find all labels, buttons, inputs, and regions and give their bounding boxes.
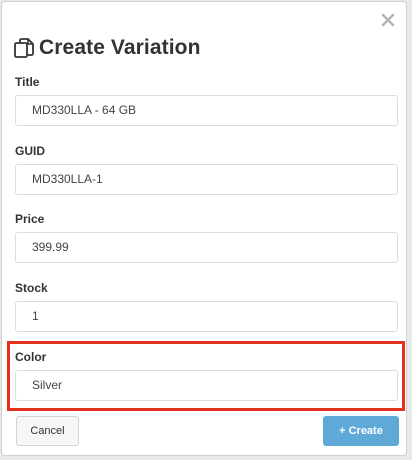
price-field[interactable]: 399.99 xyxy=(15,232,398,263)
title-field[interactable]: MD330LLA - 64 GB xyxy=(15,95,398,126)
guid-field[interactable]: MD330LLA-1 xyxy=(15,164,398,195)
guid-label: GUID xyxy=(15,144,45,158)
dialog-header: Create Variation xyxy=(13,36,201,60)
title-label: Title xyxy=(15,75,40,89)
price-label: Price xyxy=(15,212,45,226)
stock-label: Stock xyxy=(15,281,48,295)
cancel-button[interactable]: Cancel xyxy=(16,416,79,446)
plus-icon: + xyxy=(339,425,346,437)
create-variation-dialog: Create Variation Title MD330LLA - 64 GB … xyxy=(1,1,407,456)
close-icon[interactable] xyxy=(380,12,396,28)
create-button-label: Create xyxy=(348,425,383,437)
color-label: Color xyxy=(15,350,47,364)
copy-icon xyxy=(13,37,35,59)
dialog-title: Create Variation xyxy=(39,36,201,59)
stock-field[interactable]: 1 xyxy=(15,301,398,332)
create-button[interactable]: + Create xyxy=(323,416,399,446)
color-field[interactable]: Silver xyxy=(15,370,398,401)
